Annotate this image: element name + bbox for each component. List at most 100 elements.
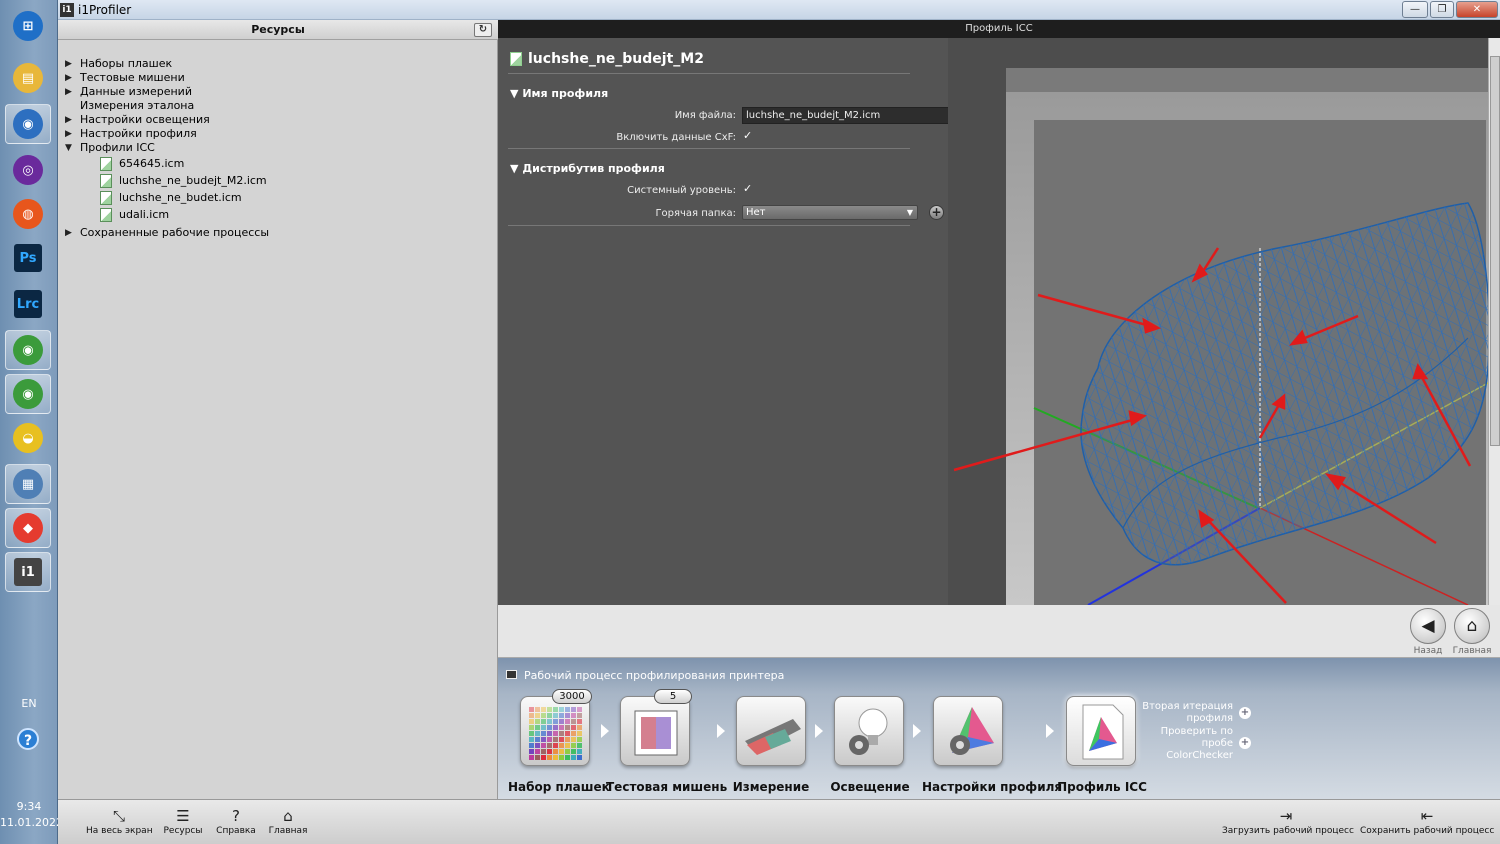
expanded-arrow-icon[interactable]: ▼: [65, 141, 72, 155]
icc-file-icon: [100, 191, 112, 205]
step-arrow-icon: [717, 724, 725, 738]
tree-item[interactable]: Настройки профиля: [80, 127, 197, 141]
save-workflow-button[interactable]: ⇤ Сохранить рабочий процесс: [1360, 806, 1494, 836]
second-iteration-link[interactable]: Вторая итерация профиля: [1133, 701, 1233, 725]
close-button[interactable]: ✕: [1456, 1, 1498, 18]
add-hot-folder-button[interactable]: +: [929, 205, 944, 220]
tree-item[interactable]: Профили ICC: [80, 141, 155, 155]
restore-button[interactable]: ❐: [1430, 1, 1454, 18]
collapsed-arrow-icon[interactable]: ▶: [65, 85, 72, 99]
window-title: i1Profiler: [78, 3, 132, 17]
icc-file-item[interactable]: 654645.icm: [119, 157, 184, 171]
divider: [508, 225, 910, 226]
chrome-taskbar-button[interactable]: ◉: [5, 330, 51, 370]
tree-item[interactable]: Настройки освещения: [80, 113, 210, 127]
fullscreen-icon: ⤡: [112, 807, 125, 825]
check-colorchecker-link[interactable]: Проверить по пробе ColorChecker: [1133, 726, 1233, 762]
system-level-label: Системный уровень:: [627, 185, 736, 196]
chrome-user-taskbar-button[interactable]: ◉: [5, 374, 51, 414]
start-orb-taskbar-button[interactable]: ⊞: [5, 6, 51, 46]
collapsed-arrow-icon[interactable]: ▶: [65, 113, 72, 127]
profile-properties-panel: luchshe_ne_budejt_M2 ▼ Имя профиля Имя ф…: [498, 38, 966, 605]
chrome-user-icon: ◉: [13, 379, 43, 409]
back-button[interactable]: ◀: [1410, 608, 1446, 644]
step-illumination[interactable]: [834, 696, 904, 766]
firefox-taskbar-button[interactable]: ◍: [5, 194, 51, 234]
step-patch-set[interactable]: [520, 696, 590, 766]
step-arrow-icon: [913, 724, 921, 738]
icc-file-item[interactable]: luchshe_ne_budet.icm: [119, 191, 242, 205]
step-measurement[interactable]: [736, 696, 806, 766]
refresh-button[interactable]: ↻: [474, 23, 492, 37]
home-nav-button[interactable]: ⌂ Главная: [266, 806, 310, 836]
collapsed-arrow-icon[interactable]: ▶: [65, 57, 72, 71]
chevron-down-icon: ▼: [906, 208, 913, 217]
viewer-scrollbar[interactable]: [1488, 38, 1500, 605]
calculator-taskbar-button[interactable]: ▦: [5, 464, 51, 504]
language-indicator[interactable]: EN: [0, 697, 58, 710]
hardhat-icon: ◒: [13, 423, 43, 453]
icc-file-item[interactable]: udali.icm: [119, 208, 169, 222]
collapsed-arrow-icon[interactable]: ▶: [65, 71, 72, 85]
file-explorer-icon: ▤: [13, 63, 43, 93]
icc-file-item[interactable]: luchshe_ne_budejt_M2.icm: [119, 174, 267, 188]
clock-time: 9:34: [16, 800, 42, 813]
tor-browser-taskbar-button[interactable]: ◎: [5, 150, 51, 190]
hot-folder-select[interactable]: Нет ▼: [742, 205, 918, 220]
minimize-button[interactable]: —: [1402, 1, 1428, 18]
calculator-icon: ▦: [13, 469, 43, 499]
browser-globe-taskbar-button[interactable]: ◉: [5, 104, 51, 144]
file-explorer-taskbar-button[interactable]: ▤: [5, 58, 51, 98]
cxf-checkbox[interactable]: ✓: [743, 130, 753, 141]
section-distribution[interactable]: ▼ Дистрибутив профиля: [510, 162, 665, 175]
gamut-3d-viewer[interactable]: [948, 38, 1500, 605]
collapsed-arrow-icon[interactable]: ▶: [65, 226, 72, 240]
patch-set-icon: [529, 707, 582, 760]
fullscreen-button[interactable]: ⤡ На весь экран: [86, 806, 153, 836]
step-measurement-label: Измерение: [732, 780, 810, 794]
file-name-input[interactable]: luchshe_ne_budejt_M2.icm: [742, 107, 966, 124]
help-icon[interactable]: ?: [17, 728, 39, 750]
resources-button[interactable]: ☰ Ресурсы: [160, 806, 206, 836]
hardhat-taskbar-button[interactable]: ◒: [5, 418, 51, 458]
step-profile-settings[interactable]: [933, 696, 1003, 766]
app-window: i1 i1Profiler — ❐ ✕ Ресурсы ↻ ▶ Наборы пл…: [58, 0, 1500, 844]
section-profile-name[interactable]: ▼ Имя профиля: [510, 87, 608, 100]
icc-file-icon: [100, 208, 112, 222]
chrome-icon: ◉: [13, 335, 43, 365]
tor-browser-icon: ◎: [13, 155, 43, 185]
lightbulb-gear-icon: [849, 708, 888, 755]
i1profiler-taskbar-button[interactable]: i1: [5, 552, 51, 592]
step-test-chart[interactable]: [620, 696, 690, 766]
tree-item[interactable]: Тестовые мишени: [80, 71, 185, 85]
anydesk-taskbar-button[interactable]: ◆: [5, 508, 51, 548]
tree-item[interactable]: Наборы плашек: [80, 57, 172, 71]
save-workflow-icon: ⇤: [1420, 807, 1434, 825]
load-workflow-button[interactable]: ⇥ Загрузить рабочий процесс: [1222, 806, 1354, 836]
help-button[interactable]: ? Справка: [214, 806, 258, 836]
printer-profiling-workflow: Рабочий процесс профилирования принтера …: [498, 658, 1500, 799]
plus-icon[interactable]: +: [1239, 737, 1251, 749]
bottom-toolbar: ⤡ На весь экран ☰ Ресурсы ? Справка ⌂ Гл…: [58, 799, 1500, 844]
lightroom-classic-taskbar-button[interactable]: Lrc: [5, 284, 51, 324]
plus-icon[interactable]: +: [1239, 707, 1251, 719]
divider: [508, 73, 910, 74]
step-icc-profile[interactable]: [1066, 696, 1136, 766]
tree-item[interactable]: Измерения эталона: [80, 99, 194, 113]
tree-item[interactable]: Сохраненные рабочие процессы: [80, 226, 269, 240]
scrollbar-thumb[interactable]: [1490, 56, 1500, 446]
tree-item[interactable]: Данные измерений: [80, 85, 192, 99]
fullscreen-label: На весь экран: [86, 826, 153, 836]
home-button[interactable]: ⌂: [1454, 608, 1490, 644]
spectrophotometer-icon: [745, 719, 801, 755]
step-illumination-label: Освещение: [830, 780, 910, 794]
icc-file-icon: [100, 157, 112, 171]
step-arrow-icon: [1046, 724, 1054, 738]
system-level-checkbox[interactable]: ✓: [743, 183, 753, 194]
photoshop-taskbar-button[interactable]: Ps: [5, 238, 51, 278]
resources-header: Ресурсы ↻: [58, 20, 498, 40]
collapsed-arrow-icon[interactable]: ▶: [65, 127, 72, 141]
resources-panel: Ресурсы ↻ ▶ Наборы плашек ▶ Тестовые мишени…: [58, 20, 498, 799]
patch-count-badge: 3000: [552, 689, 592, 704]
lightroom-classic-icon: Lrc: [14, 290, 42, 318]
